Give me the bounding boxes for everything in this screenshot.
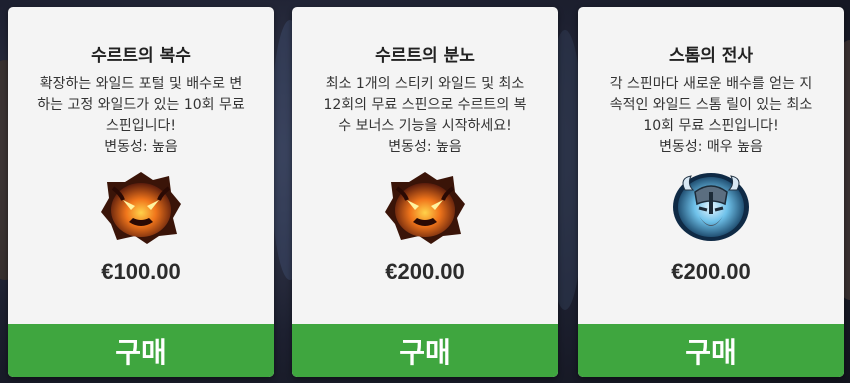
description-line: 최소 1개의 스티키 와일드 및 최소 xyxy=(325,76,525,92)
fire-demon-icon xyxy=(101,172,181,244)
description-line: 확장하는 와일드 포털 및 배수로 변 xyxy=(39,76,243,92)
volatility-label: 변동성: 높음 xyxy=(388,139,462,155)
description-line: 하는 고정 와일드가 있는 10회 무료 xyxy=(37,97,245,113)
offer-description: 최소 1개의 스티키 와일드 및 최소 12회의 무료 스핀으로 수르트의 복 … xyxy=(306,74,544,158)
offer-title: 스톰의 전사 xyxy=(668,46,754,66)
offer-card: 수르트의 복수 확장하는 와일드 포털 및 배수로 변 하는 고정 와일드가 있… xyxy=(8,7,274,377)
volatility-label: 변동성: 높음 xyxy=(104,139,178,155)
offer-description: 각 스핀마다 새로운 배수를 얻는 지 속적인 와일드 스톰 릴이 있는 최소 … xyxy=(592,74,830,158)
bonus-buy-offers: 수르트의 복수 확장하는 와일드 포털 및 배수로 변 하는 고정 와일드가 있… xyxy=(0,0,850,383)
buy-button[interactable]: 구매 xyxy=(8,324,274,377)
buy-button[interactable]: 구매 xyxy=(578,324,844,377)
buy-button[interactable]: 구매 xyxy=(292,324,558,377)
description-line: 수 보너스 기능을 시작하세요! xyxy=(338,118,512,134)
description-line: 12회의 무료 스핀으로 수르트의 복 xyxy=(323,97,527,113)
offer-card: 수르트의 분노 최소 1개의 스티키 와일드 및 최소 12회의 무료 스핀으로… xyxy=(292,7,558,377)
storm-warrior-icon xyxy=(673,173,749,241)
fire-demon-icon xyxy=(385,172,465,244)
offer-price: €200.00 xyxy=(385,259,465,284)
description-line: 10회 무료 스핀입니다! xyxy=(643,118,779,134)
description-line: 속적인 와일드 스톰 릴이 있는 최소 xyxy=(609,97,813,113)
description-line: 각 스핀마다 새로운 배수를 얻는 지 xyxy=(609,76,813,92)
offer-title: 수르트의 복수 xyxy=(91,46,191,66)
offer-title: 수르트의 분노 xyxy=(375,46,475,66)
offer-price: €200.00 xyxy=(671,259,751,284)
description-line: 스핀입니다! xyxy=(105,118,176,134)
volatility-label: 변동성: 매우 높음 xyxy=(659,139,763,155)
offer-card: 스톰의 전사 각 스핀마다 새로운 배수를 얻는 지 속적인 와일드 스톰 릴이… xyxy=(578,7,844,377)
offer-price: €100.00 xyxy=(101,259,181,284)
offer-description: 확장하는 와일드 포털 및 배수로 변 하는 고정 와일드가 있는 10회 무료… xyxy=(22,74,260,158)
